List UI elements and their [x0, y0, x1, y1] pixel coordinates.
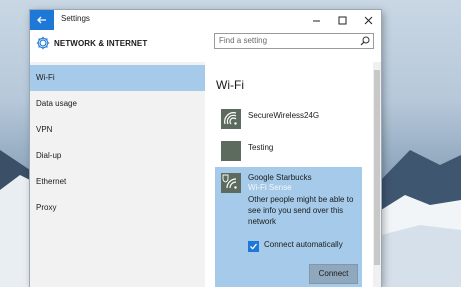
network-item-testing[interactable]: Testing	[221, 141, 361, 163]
network-item-securewireless24g[interactable]: SecureWireless24G	[221, 109, 361, 131]
checkmark-icon	[250, 243, 258, 250]
sidebar-item-wifi[interactable]: Wi-Fi	[30, 65, 205, 91]
minimize-icon	[312, 20, 320, 22]
scrollbar-thumb[interactable]	[374, 70, 380, 265]
sidebar-item-proxy[interactable]: Proxy	[30, 195, 205, 221]
wifi-shield-icon-svg	[222, 174, 237, 189]
settings-window: Settings NETWORK & INTERNET Find a setti…	[30, 10, 381, 287]
back-button[interactable]	[30, 10, 54, 30]
search-box[interactable]	[214, 33, 374, 49]
sidebar-item-label: VPN	[36, 125, 53, 134]
sidebar-item-label: Proxy	[36, 203, 57, 212]
network-item-google-starbucks[interactable]: Google Starbucks Wi-Fi Sense Other peopl…	[215, 167, 362, 287]
search-icon[interactable]	[360, 36, 370, 46]
page-title: NETWORK & INTERNET	[54, 39, 148, 48]
arrow-left-icon	[37, 16, 46, 24]
sidebar-item-vpn[interactable]: VPN	[30, 117, 205, 143]
sidebar-item-label: Dial-up	[36, 151, 62, 160]
close-button[interactable]	[355, 10, 381, 30]
sidebar-item-label: Ethernet	[36, 177, 67, 186]
content-scrollbar[interactable]	[373, 62, 381, 287]
close-icon	[364, 16, 372, 25]
wifi-sense-label: Wi-Fi Sense	[248, 183, 292, 192]
maximize-button[interactable]	[329, 10, 355, 30]
wifi-shield-icon	[221, 173, 241, 193]
network-name: Testing	[248, 143, 274, 152]
sidebar-item-label: Wi-Fi	[36, 73, 55, 82]
network-icon	[221, 141, 241, 161]
maximize-icon	[338, 16, 346, 25]
search-input[interactable]	[219, 35, 357, 46]
connect-automatically-checkbox[interactable]	[248, 241, 259, 252]
sidebar-item-data-usage[interactable]: Data usage	[30, 91, 205, 117]
network-name: SecureWireless24G	[248, 111, 320, 120]
wifi-content-pane: Wi-Fi SecureWireless24G Testing Google S…	[205, 62, 381, 287]
sidebar-item-label: Data usage	[36, 99, 77, 108]
minimize-button[interactable]	[303, 10, 329, 30]
gear-icon	[36, 36, 50, 50]
content-title: Wi-Fi	[216, 78, 244, 92]
window-title: Settings	[61, 14, 90, 23]
wifi-secure-icon	[221, 109, 241, 129]
connect-automatically-label: Connect automatically	[264, 240, 343, 249]
page-header: NETWORK & INTERNET	[30, 30, 381, 62]
network-name: Google Starbucks	[248, 173, 312, 182]
sidebar-item-dial-up[interactable]: Dial-up	[30, 143, 205, 169]
wifi-signal-icon	[224, 112, 237, 125]
network-warning-text: Other people might be able to see info y…	[248, 195, 354, 226]
title-bar: Settings	[30, 10, 381, 30]
sidebar-item-ethernet[interactable]: Ethernet	[30, 169, 205, 195]
connect-button[interactable]: Connect	[309, 264, 358, 284]
sidebar: Wi-Fi Data usage VPN Dial-up Ethernet Pr…	[30, 62, 205, 287]
